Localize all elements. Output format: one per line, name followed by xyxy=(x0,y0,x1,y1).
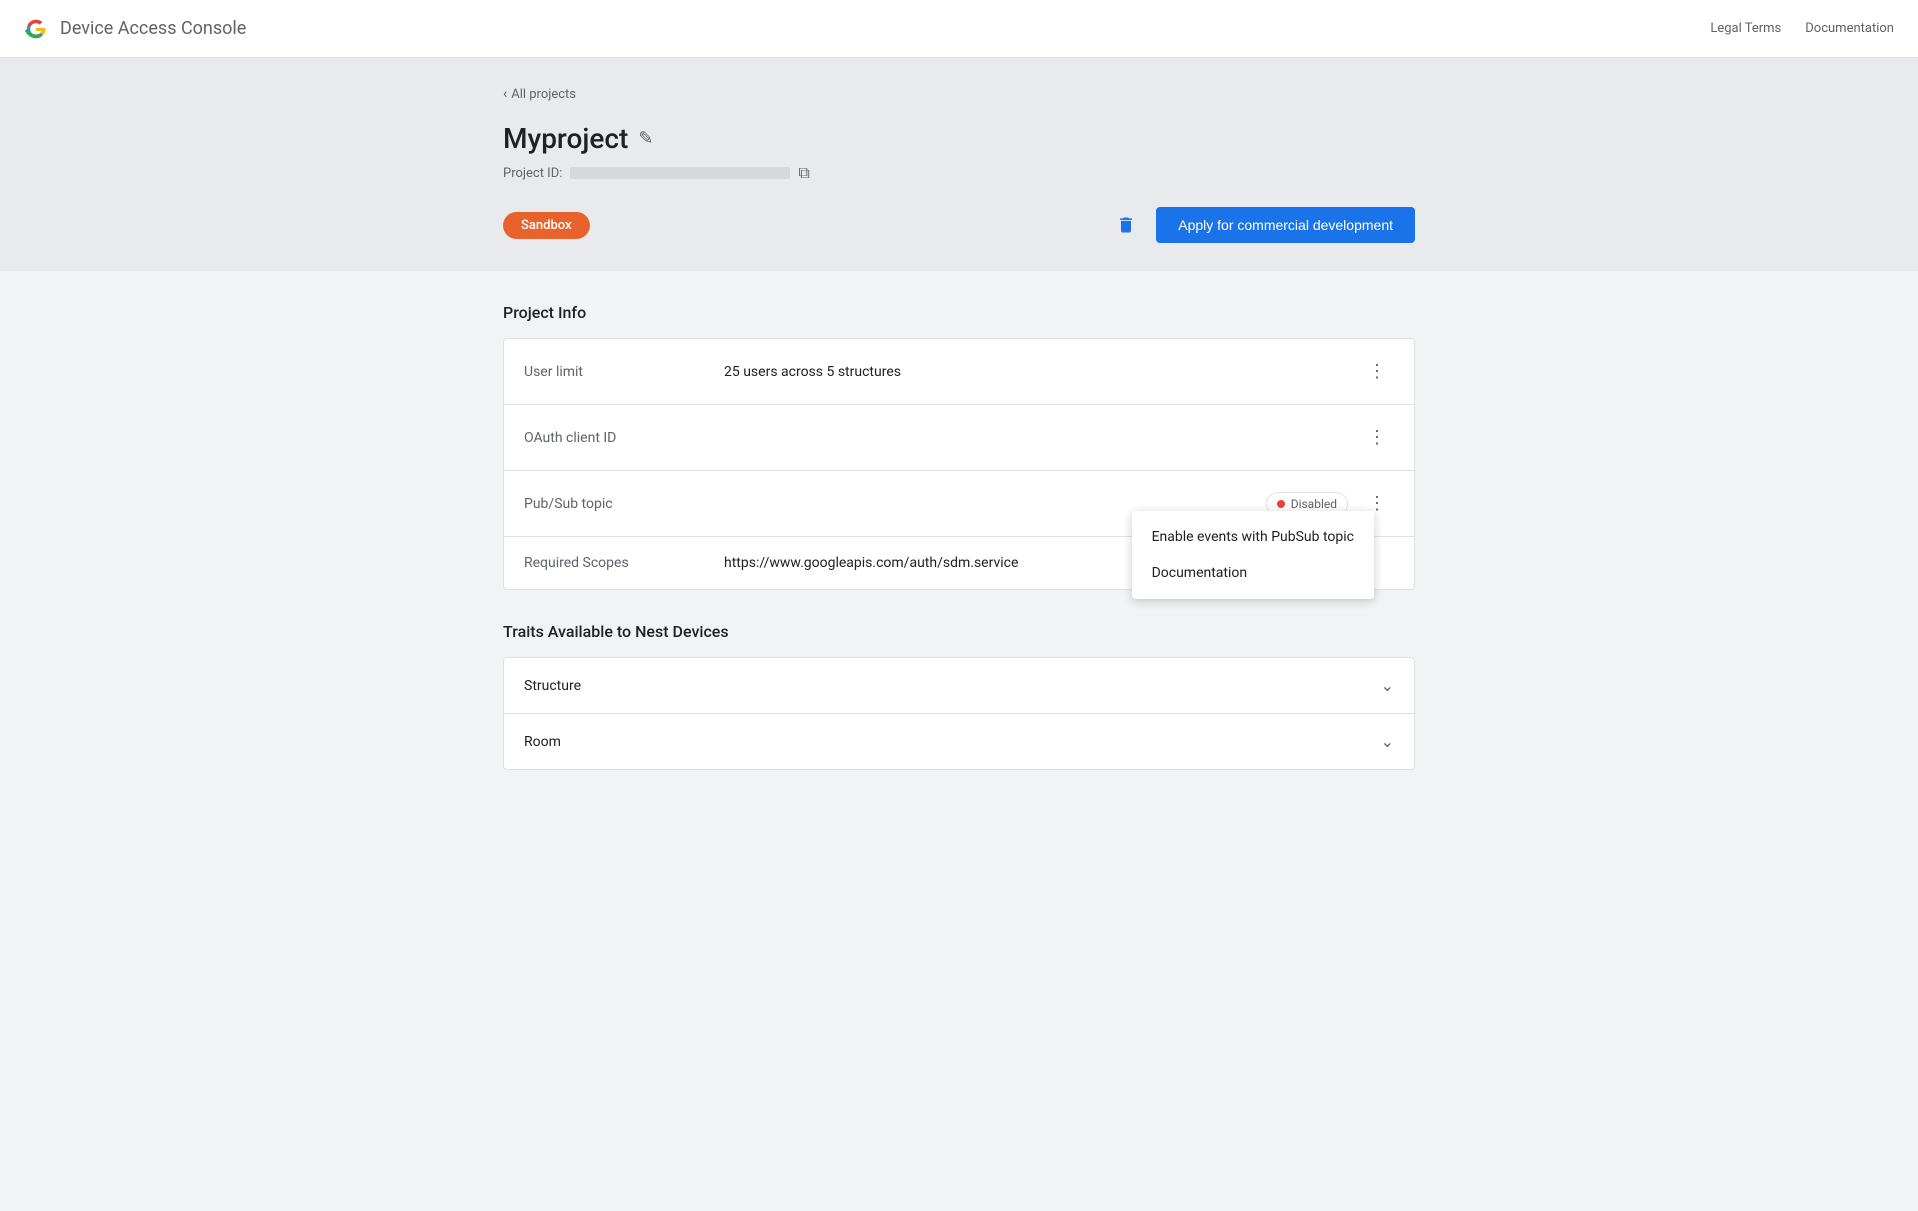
right-actions: Apply for commercial development xyxy=(1108,207,1415,243)
delete-button[interactable] xyxy=(1108,207,1144,243)
pubsub-topic-label: Pub/Sub topic xyxy=(524,496,724,512)
room-chevron-icon: ⌄ xyxy=(1381,732,1394,751)
sandbox-badge: Sandbox xyxy=(503,212,590,239)
header-left: Device Access Console xyxy=(24,17,1710,41)
copy-icon[interactable]: ⧉ xyxy=(798,163,809,183)
apply-commercial-button[interactable]: Apply for commercial development xyxy=(1156,207,1415,243)
project-info-section: Project Info User limit 25 users across … xyxy=(479,303,1439,590)
app-title: Device Access Console xyxy=(60,18,246,39)
documentation-link[interactable]: Documentation xyxy=(1805,21,1894,36)
pubsub-dropdown-menu: Enable events with PubSub topic Document… xyxy=(1132,511,1374,599)
back-link[interactable]: ‹ All projects xyxy=(503,86,1415,102)
project-info-title: Project Info xyxy=(503,303,1415,322)
room-trait-label: Room xyxy=(524,734,1381,750)
delete-icon xyxy=(1116,215,1136,235)
disabled-dot-icon xyxy=(1277,500,1285,508)
oauth-client-more-button[interactable]: ⋮ xyxy=(1360,423,1394,452)
project-actions-row: Sandbox Apply for commercial development xyxy=(503,207,1415,243)
back-label: All projects xyxy=(511,87,576,102)
pubsub-topic-row: Pub/Sub topic Disabled ⋮ Enable events w… xyxy=(504,471,1414,537)
google-logo-icon xyxy=(24,17,48,41)
traits-table: Structure ⌄ Room ⌄ xyxy=(503,657,1415,770)
disabled-label: Disabled xyxy=(1291,497,1337,511)
project-id-row: Project ID: ⧉ xyxy=(503,163,1415,183)
structure-trait-row[interactable]: Structure ⌄ xyxy=(504,658,1414,714)
header-right: Legal Terms Documentation xyxy=(1710,21,1894,36)
user-limit-value: 25 users across 5 structures xyxy=(724,364,1360,380)
user-limit-row: User limit 25 users across 5 structures … xyxy=(504,339,1414,405)
main-content: Project Info User limit 25 users across … xyxy=(0,303,1918,1211)
documentation-menu-item[interactable]: Documentation xyxy=(1132,555,1374,591)
oauth-client-actions: ⋮ xyxy=(1360,423,1394,452)
project-id-label: Project ID: xyxy=(503,166,562,181)
oauth-client-row: OAuth client ID ⋮ xyxy=(504,405,1414,471)
user-limit-actions: ⋮ xyxy=(1360,357,1394,386)
app-header: Device Access Console Legal Terms Docume… xyxy=(0,0,1918,58)
project-info-table: User limit 25 users across 5 structures … xyxy=(503,338,1415,590)
traits-section: Traits Available to Nest Devices Structu… xyxy=(479,622,1439,770)
edit-icon[interactable]: ✎ xyxy=(638,128,653,149)
user-limit-more-button[interactable]: ⋮ xyxy=(1360,357,1394,386)
project-name-row: Myproject ✎ xyxy=(503,122,1415,155)
structure-chevron-icon: ⌄ xyxy=(1381,676,1394,695)
project-name: Myproject xyxy=(503,122,628,155)
structure-trait-label: Structure xyxy=(524,678,1381,694)
enable-events-menu-item[interactable]: Enable events with PubSub topic xyxy=(1132,519,1374,555)
project-id-value xyxy=(570,167,790,179)
user-limit-label: User limit xyxy=(524,364,724,380)
room-trait-row[interactable]: Room ⌄ xyxy=(504,714,1414,769)
traits-title: Traits Available to Nest Devices xyxy=(503,622,1415,641)
project-banner: ‹ All projects Myproject ✎ Project ID: ⧉… xyxy=(0,58,1918,271)
required-scopes-label: Required Scopes xyxy=(524,555,724,571)
back-arrow-icon: ‹ xyxy=(503,86,507,102)
oauth-client-label: OAuth client ID xyxy=(524,430,724,446)
legal-terms-link[interactable]: Legal Terms xyxy=(1710,21,1781,36)
